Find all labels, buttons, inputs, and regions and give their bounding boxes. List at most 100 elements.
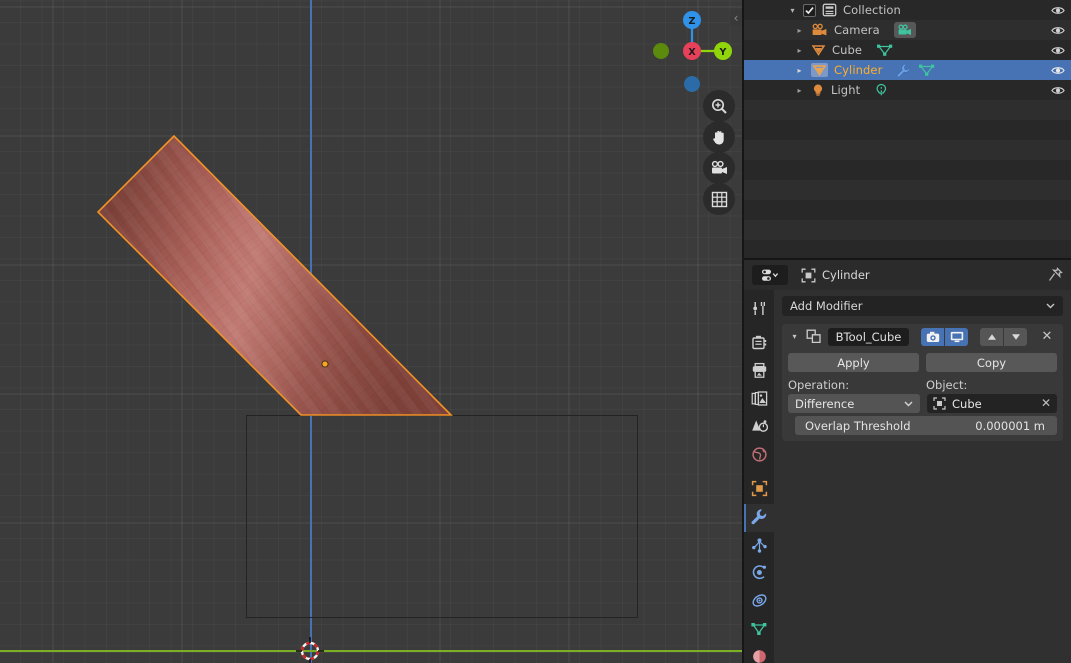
hand-icon[interactable] — [703, 121, 735, 153]
modifier-expand-toggle[interactable]: ▾ — [788, 330, 801, 343]
boolean-modifier-icon — [805, 329, 822, 344]
wrench-icon — [750, 508, 768, 528]
chevron-right-icon[interactable]: ▸ — [793, 84, 806, 97]
editor-type-selector[interactable] — [752, 265, 788, 285]
object-label: Object: — [926, 378, 968, 392]
properties-editor[interactable]: Cylinder Add Modifier ▾ BTool_Cube ✕ App… — [744, 260, 1071, 663]
outliner-row-light[interactable]: ▸ Light — [744, 80, 1071, 100]
cursor-3d — [296, 637, 324, 663]
scene-cone-droplet-icon — [751, 418, 768, 438]
physics-orbit-icon — [751, 564, 768, 584]
outliner-row-cylinder[interactable]: ▸ Cylinder — [744, 60, 1071, 80]
tab-object[interactable] — [744, 476, 774, 504]
area-splitter-vertical[interactable] — [742, 0, 744, 663]
collection-icon — [822, 3, 837, 17]
viewport-toggle[interactable] — [945, 327, 968, 346]
tab-material[interactable] — [744, 644, 774, 663]
outliner-row-camera[interactable]: ▸ Camera — [744, 20, 1071, 40]
render-toggle[interactable] — [921, 327, 944, 346]
add-modifier-dropdown[interactable]: Add Modifier — [782, 296, 1063, 316]
pin-icon[interactable] — [1048, 267, 1063, 282]
object-square-icon — [751, 480, 768, 500]
output-printer-icon — [751, 362, 768, 382]
outliner-label-cube: Cube — [832, 43, 863, 57]
particles-icon — [751, 536, 768, 556]
world-globe-icon — [751, 446, 768, 466]
modifier-wrench-icon[interactable] — [896, 63, 912, 77]
object-cube-wireframe[interactable] — [246, 415, 638, 618]
grid-icon[interactable] — [703, 183, 735, 215]
camera-object-icon — [811, 23, 828, 37]
tab-physics[interactable] — [744, 560, 774, 588]
outliner-editor[interactable]: ▾ Collection ▸ Camera ▸ Cube ▸ Cylinder … — [744, 0, 1071, 260]
outliner-empty-row — [744, 120, 1071, 140]
chevron-down-icon[interactable]: ▾ — [786, 4, 799, 17]
apply-button[interactable]: Apply — [788, 353, 919, 372]
outliner-empty-row — [744, 160, 1071, 180]
zoom-icon[interactable] — [703, 90, 735, 122]
tab-constraints[interactable] — [744, 588, 774, 616]
tab-modifiers[interactable] — [744, 504, 774, 532]
mesh-object-icon — [811, 43, 826, 57]
outliner-empty-row — [744, 200, 1071, 220]
copy-button[interactable]: Copy — [926, 353, 1057, 372]
chevron-right-icon[interactable]: ▸ — [793, 24, 806, 37]
properties-tab-rail[interactable] — [744, 290, 774, 663]
chevron-down-icon — [903, 398, 914, 412]
mesh-data-icon[interactable] — [876, 43, 894, 57]
outliner-row-cube[interactable]: ▸ Cube — [744, 40, 1071, 60]
viewport-3d[interactable]: X Y Z ‹ — [0, 0, 744, 663]
outliner-empty-row — [744, 240, 1071, 260]
light-data-icon[interactable] — [874, 83, 889, 97]
tab-world[interactable] — [744, 442, 774, 470]
modifier-fields: Difference Cube ✕ — [788, 394, 1057, 413]
overlap-threshold-slider[interactable]: Overlap Threshold 0.000001 m — [795, 416, 1057, 435]
area-splitter-horizontal[interactable] — [744, 258, 1071, 260]
tab-scene[interactable] — [744, 414, 774, 442]
camera-data-icon[interactable] — [893, 22, 916, 38]
move-up-button[interactable] — [980, 327, 1003, 346]
eye-icon[interactable] — [1051, 63, 1065, 77]
remove-modifier-button[interactable]: ✕ — [1037, 328, 1057, 346]
tab-tool[interactable] — [744, 296, 774, 324]
material-sphere-icon — [751, 648, 768, 663]
operation-dropdown[interactable]: Difference — [788, 394, 920, 413]
breadcrumb-label: Cylinder — [822, 268, 870, 282]
eye-icon[interactable] — [1051, 43, 1065, 57]
tab-object-data[interactable] — [744, 616, 774, 644]
chevron-right-icon[interactable]: ▸ — [793, 44, 806, 57]
object-value: Cube — [952, 396, 982, 411]
clear-object-button[interactable]: ✕ — [1041, 396, 1051, 410]
navigation-gizmo[interactable]: X Y Z — [646, 0, 738, 100]
checkbox-collection[interactable] — [803, 3, 816, 17]
tab-view-layer[interactable] — [744, 386, 774, 414]
modifier-header: ▾ BTool_Cube ✕ — [782, 324, 1063, 349]
svg-text:Y: Y — [719, 47, 727, 58]
tool-icon — [751, 300, 768, 320]
chevron-right-icon[interactable]: ▸ — [793, 64, 806, 77]
tab-particles[interactable] — [744, 532, 774, 560]
outliner-row-collection[interactable]: ▾ Collection — [744, 0, 1071, 20]
eye-icon[interactable] — [1051, 83, 1065, 97]
outliner-label-camera: Camera — [834, 23, 880, 37]
viewport-sidebar-collapse[interactable]: ‹ — [730, 10, 742, 26]
operation-value: Difference — [795, 396, 855, 411]
eye-icon[interactable] — [1051, 23, 1065, 37]
axis-line-y — [0, 650, 744, 652]
modifier-name-field[interactable]: BTool_Cube — [828, 327, 909, 346]
outliner-empty-row — [744, 180, 1071, 200]
tab-render[interactable] — [744, 330, 774, 358]
mesh-object-icon — [811, 63, 828, 77]
camera-icon[interactable] — [703, 152, 735, 184]
object-icon — [801, 268, 816, 283]
constraints-icon — [751, 592, 768, 612]
eye-icon[interactable] — [1051, 3, 1065, 17]
object-field[interactable]: Cube ✕ — [927, 394, 1057, 413]
chevron-down-icon — [1045, 300, 1056, 314]
breadcrumb: Cylinder — [801, 268, 870, 283]
mesh-data-icon[interactable] — [918, 63, 936, 77]
add-modifier-label: Add Modifier — [790, 299, 863, 313]
move-down-button[interactable] — [1004, 327, 1027, 346]
object-icon — [933, 397, 946, 410]
tab-output[interactable] — [744, 358, 774, 386]
